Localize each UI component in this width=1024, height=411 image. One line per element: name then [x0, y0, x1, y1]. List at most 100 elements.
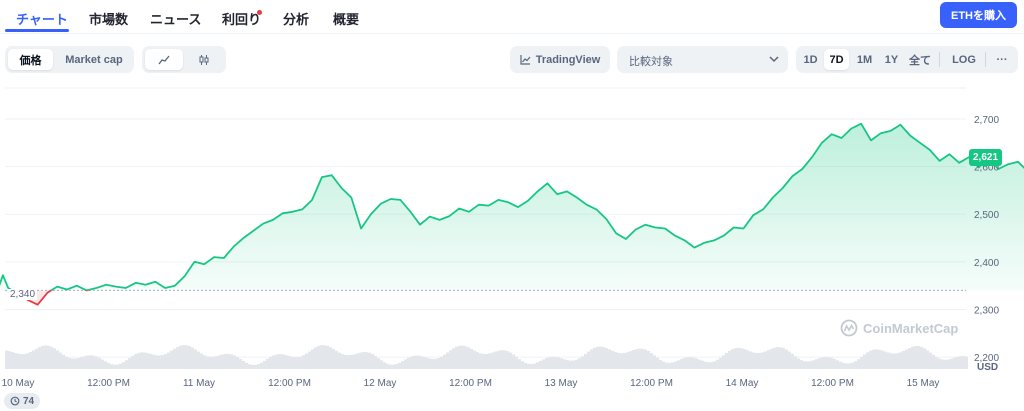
- volume-bar: [389, 364, 392, 369]
- volume-bar: [809, 361, 812, 369]
- volume-bar: [602, 346, 605, 369]
- volume-bar: [485, 353, 488, 369]
- volume-bar: [950, 358, 953, 369]
- volume-bar: [638, 348, 641, 369]
- volume-bar: [923, 348, 926, 369]
- volume-bar: [566, 360, 569, 369]
- volume-bar: [341, 354, 344, 369]
- volume-bar: [740, 348, 743, 369]
- volume-bar: [515, 356, 518, 369]
- volume-bar: [146, 352, 149, 369]
- volume-bar: [434, 358, 437, 369]
- volume-bar: [752, 352, 755, 369]
- volume-bar: [197, 351, 200, 369]
- volume-bar: [527, 363, 530, 369]
- volume-bar: [596, 346, 599, 369]
- volume-bar: [158, 355, 161, 369]
- volume-bar: [662, 361, 665, 369]
- volume-bar: [209, 356, 212, 369]
- volume-bar: [521, 361, 524, 369]
- volume-bar: [869, 350, 872, 369]
- volume-bar: [71, 358, 74, 369]
- volume-bar: [17, 353, 20, 369]
- volume-bar: [5, 350, 8, 369]
- volume-bar: [422, 356, 425, 369]
- volume-bar: [653, 355, 656, 369]
- volume-bar: [632, 349, 635, 369]
- volume-bar: [293, 357, 296, 369]
- volume-bar: [917, 346, 920, 369]
- volume-bar: [257, 364, 260, 369]
- volume-bar: [560, 358, 563, 369]
- current-price-tag: 2,621: [969, 148, 1003, 166]
- volume-bar: [242, 360, 245, 369]
- volume-bar: [89, 355, 92, 369]
- volume-bar: [272, 355, 275, 369]
- volume-bar: [716, 359, 719, 369]
- volume-bar: [44, 345, 47, 369]
- volume-bar: [854, 361, 857, 369]
- x-tick-label: 14 May: [726, 378, 759, 389]
- volume-bar: [554, 356, 557, 369]
- volume-bar: [227, 353, 230, 369]
- volume-bar: [200, 353, 203, 369]
- volume-bar: [410, 356, 413, 369]
- volume-bar: [473, 350, 476, 369]
- volume-bar: [164, 354, 167, 369]
- volume-bar: [491, 352, 494, 369]
- volume-bar: [890, 353, 893, 369]
- volume-bar: [581, 356, 584, 369]
- volume-bar: [446, 352, 449, 369]
- volume-bar: [506, 351, 509, 369]
- volume-bar: [773, 347, 776, 369]
- history-button[interactable]: 74: [4, 393, 40, 409]
- volume-bar: [827, 356, 830, 369]
- volume-bar: [824, 356, 827, 369]
- volume-bar: [107, 362, 110, 369]
- volume-bar: [251, 364, 254, 369]
- volume-bar: [575, 359, 578, 369]
- volume-bar: [707, 362, 710, 369]
- volume-bar: [254, 364, 257, 369]
- volume-bar: [386, 363, 389, 369]
- volume-bar: [134, 354, 137, 369]
- volume-bar: [62, 354, 65, 369]
- y-tick-label: 2,300: [974, 305, 999, 316]
- volume-bar: [719, 357, 722, 369]
- volume-bar: [143, 352, 146, 369]
- volume-bar: [248, 364, 251, 369]
- volume-bar: [911, 346, 914, 369]
- volume-bar: [962, 356, 965, 369]
- volume-bar: [98, 357, 101, 369]
- volume-bar: [683, 357, 686, 369]
- baseline-price-label: 2,340: [8, 289, 38, 301]
- volume-bar: [185, 345, 188, 369]
- volume-bar: [764, 351, 767, 369]
- volume-bar: [557, 357, 560, 369]
- x-tick-label: 12:00 PM: [87, 378, 130, 389]
- volume-bar: [656, 357, 659, 369]
- volume-bar: [755, 352, 758, 369]
- price-chart[interactable]: 2,2002,3002,4002,5002,6002,700 10 May 12:…: [0, 0, 1024, 411]
- volume-bar: [308, 351, 311, 369]
- volume-bar: [347, 355, 350, 369]
- volume-bar: [296, 357, 299, 369]
- volume-bar: [611, 350, 614, 369]
- volume-bar: [419, 355, 422, 369]
- volume-bar: [59, 352, 62, 369]
- coinmarketcap-watermark: CoinMarketCap: [840, 319, 958, 337]
- volume-bar: [674, 361, 677, 369]
- volume-bar: [734, 348, 737, 369]
- volume-bar: [881, 350, 884, 369]
- volume-bar: [767, 350, 770, 369]
- volume-bar: [53, 348, 56, 369]
- volume-bar: [578, 358, 581, 369]
- volume-bar: [644, 349, 647, 369]
- volume-bar: [845, 363, 848, 369]
- y-tick-label: 2,400: [974, 258, 999, 269]
- volume-bar: [182, 345, 185, 369]
- volume-bar: [536, 362, 539, 369]
- volume-bar: [863, 354, 866, 369]
- volume-bar: [539, 360, 542, 369]
- volume-bar: [401, 361, 404, 369]
